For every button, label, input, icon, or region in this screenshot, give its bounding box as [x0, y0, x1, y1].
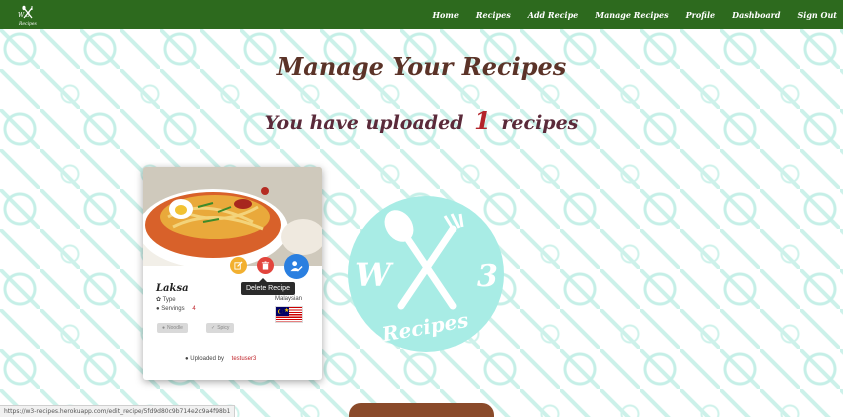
nav-sign-out[interactable]: Sign Out: [798, 10, 838, 20]
user-icon: ●: [185, 356, 189, 362]
uploader-name[interactable]: testuser3: [232, 356, 257, 362]
delete-tooltip: Delete Recipe: [241, 278, 295, 295]
bottom-action-button[interactable]: [349, 403, 494, 417]
utensils-icon: W 3 Recipes: [18, 5, 38, 27]
uploaded-prefix: You have uploaded: [264, 112, 464, 134]
page-title: Manage Your Recipes: [276, 52, 567, 81]
browser-status-bar: https://w3-recipes.herokuapp.com/edit_re…: [0, 405, 236, 417]
recipe-tag[interactable]: ✓ Spicy: [206, 323, 235, 333]
nav-home[interactable]: Home: [432, 10, 458, 20]
recipe-type-label: Type: [162, 297, 176, 303]
user-edit-icon: [290, 261, 303, 272]
uploaded-by: ● Uploaded by testuser3: [185, 356, 256, 362]
recipe-servings: ● Servings 4: [156, 306, 196, 312]
edit-recipe-button[interactable]: [230, 257, 247, 274]
nav-add-recipe[interactable]: Add Recipe: [528, 10, 579, 20]
brand-logo[interactable]: W 3 Recipes: [16, 3, 40, 27]
logo-letter-w: W: [355, 256, 394, 294]
recipe-tag[interactable]: ● Noodle: [157, 323, 188, 333]
navbar: W 3 Recipes Home Recipes Add Recipe Mana…: [0, 0, 843, 29]
center-logo: W 3 Recipes: [341, 194, 512, 354]
uploaded-suffix: recipes: [501, 112, 579, 134]
tag-label: Spicy: [217, 325, 230, 331]
edit-icon: [234, 261, 243, 270]
tag-icon: ●: [162, 325, 166, 331]
nav-recipes[interactable]: Recipes: [476, 10, 511, 20]
servings-label: Servings: [161, 306, 185, 312]
recipe-type: ✿ Type: [156, 296, 176, 303]
uploaded-count-heading: You have uploaded 1 recipes: [0, 106, 843, 135]
uploaded-by-label: Uploaded by: [190, 356, 224, 362]
uploaded-count: 1: [474, 106, 491, 135]
recipe-name[interactable]: Laksa: [156, 283, 189, 294]
recipe-owner-button[interactable]: [284, 254, 309, 279]
nav-links: Home Recipes Add Recipe Manage Recipes P…: [432, 0, 837, 29]
recipe-origin: Malaysian: [275, 296, 303, 302]
logo-letter-3: 3: [477, 259, 498, 294]
tag-label: Noodle: [167, 325, 183, 331]
nav-profile[interactable]: Profile: [686, 10, 716, 20]
trash-icon: [261, 261, 270, 270]
servings-value: 4: [192, 306, 196, 312]
nav-manage-recipes[interactable]: Manage Recipes: [595, 10, 668, 20]
recipe-card: Delete Recipe Laksa ✿ Type ● Servings 4 …: [143, 167, 322, 380]
svg-text:W 3: W 3: [18, 12, 30, 19]
nav-dashboard[interactable]: Dashboard: [732, 10, 780, 20]
delete-recipe-button[interactable]: [257, 257, 274, 274]
svg-text:Recipes: Recipes: [18, 21, 38, 27]
malaysia-flag-icon: ★: [275, 306, 303, 323]
users-icon: ●: [156, 306, 160, 312]
recipe-image[interactable]: [143, 167, 322, 266]
utensil-icon: ✿: [156, 297, 162, 303]
tag-icon: ✓: [211, 325, 216, 331]
